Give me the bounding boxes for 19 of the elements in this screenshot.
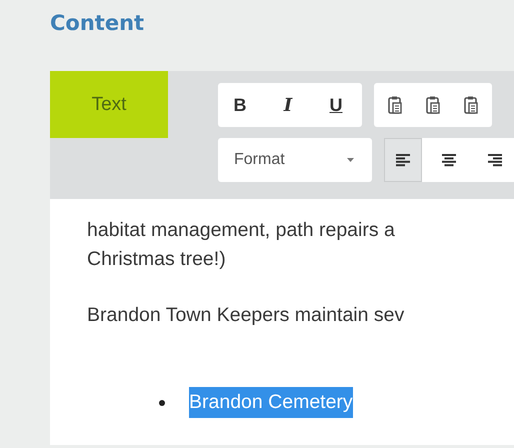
italic-button[interactable]: I	[266, 94, 310, 116]
list-item-text: Brandon Cemetery	[189, 387, 353, 418]
align-left-icon	[394, 153, 412, 167]
paragraph-line: Christmas tree!)	[87, 247, 226, 272]
text-mode-tab[interactable]: Text	[50, 71, 168, 138]
clipboard-icon[interactable]	[426, 96, 440, 114]
caret-icon	[347, 158, 354, 162]
align-center-icon	[440, 153, 458, 167]
format-dropdown[interactable]: Format	[218, 138, 372, 182]
align-left-button[interactable]	[384, 138, 422, 182]
clipboard-icon[interactable]	[464, 96, 478, 114]
paragraph-line: habitat management, path repairs a	[87, 218, 395, 243]
bullet-icon	[159, 400, 165, 406]
align-right-icon	[486, 153, 504, 167]
underline-button[interactable]: U	[314, 94, 358, 116]
section-heading: Content	[50, 10, 144, 35]
clipboard-icon[interactable]	[388, 96, 402, 114]
paragraph-line: Brandon Town Keepers maintain sev	[87, 303, 404, 328]
bold-button[interactable]: B	[218, 94, 262, 116]
